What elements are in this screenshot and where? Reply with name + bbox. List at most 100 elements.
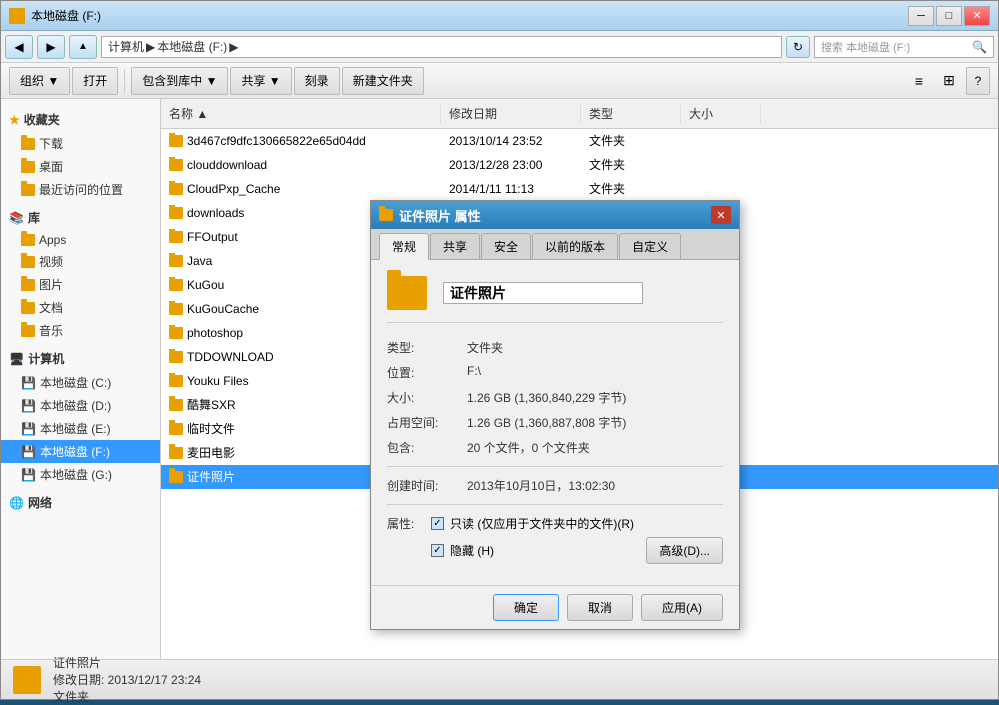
maximize-button[interactable]: □ [936,6,962,26]
folder-icon [169,447,183,459]
folder-icon [21,279,35,291]
table-row[interactable]: CloudPxp_Cache 2014/1/11 11:13 文件夹 [161,177,998,201]
sidebar-item-video[interactable]: 视频 [1,250,160,273]
computer-header[interactable]: 🖥 计算机 [1,346,160,371]
dialog-tab-general[interactable]: 常规 [379,233,429,260]
sidebar-item-downloads[interactable]: 下载 [1,132,160,155]
open-button[interactable]: 打开 [72,67,118,95]
search-box[interactable]: 搜索 本地磁盘 (F:) 🔍 [814,36,994,58]
advanced-button[interactable]: 高级(D)... [646,537,723,564]
drive-icon: 💾 [21,445,36,459]
share-button[interactable]: 共享 ▼ [230,67,291,95]
network-header[interactable]: 🌐 网络 [1,490,160,515]
sidebar-item-recent[interactable]: 最近访问的位置 [1,178,160,201]
drive-icon: 💾 [21,422,36,436]
col-header-type[interactable]: 类型 [581,103,681,124]
attr-row: 属性: ✓ 只读 (仅应用于文件夹中的文件)(R) ✓ 隐藏 (H) 高级(D)… [387,515,723,569]
minimize-button[interactable]: ─ [908,6,934,26]
readonly-checkbox[interactable]: ✓ [431,517,444,530]
sidebar-item-drive-c[interactable]: 💾 本地磁盘 (C:) [1,371,160,394]
library-icon: 📚 [9,211,24,225]
table-row[interactable]: clouddownload 2013/12/28 23:00 文件夹 [161,153,998,177]
dialog-tab-previous[interactable]: 以前的版本 [532,233,618,259]
dialog-close-button[interactable]: ✕ [711,206,731,224]
search-icon: 🔍 [972,40,987,54]
organize-button[interactable]: 组织 ▼ [9,67,70,95]
back-button[interactable]: ◀ [5,35,33,59]
status-bar: 证件照片 修改日期: 2013/12/17 23:24 文件夹 [1,659,998,699]
sidebar-item-label: 本地磁盘 (G:) [40,466,112,483]
sidebar-item-music[interactable]: 音乐 [1,319,160,342]
folder-icon [169,327,183,339]
dialog-tab-share[interactable]: 共享 [430,233,480,259]
help-button[interactable]: ? [966,67,990,95]
folder-icon [169,279,183,291]
drive-icon: 💾 [21,399,36,413]
folder-big-icon [387,276,427,310]
view-preview-button[interactable]: ⊞ [936,68,962,94]
size-value: 1.26 GB (1,360,840,229 字节) [467,389,723,406]
sidebar-item-drive-d[interactable]: 💾 本地磁盘 (D:) [1,394,160,417]
refresh-button[interactable]: ↻ [786,36,810,58]
library-header[interactable]: 📚 库 [1,205,160,230]
search-placeholder: 搜索 本地磁盘 (F:) [821,39,910,55]
title-bar: 本地磁盘 (F:) ─ □ ✕ [1,1,998,31]
ok-button[interactable]: 确定 [493,594,559,621]
folder-icon [169,207,183,219]
folder-icon [21,302,35,314]
forward-button[interactable]: ▶ [37,35,65,59]
contains-label: 包含: [387,439,467,456]
table-row[interactable]: 3d467cf9dfc130665822e65d04dd 2013/10/14 … [161,129,998,153]
view-details-button[interactable]: ≡ [906,68,932,94]
contains-row: 包含: 20 个文件，0 个文件夹 [387,439,723,456]
breadcrumb-drive: 本地磁盘 (F:) [157,38,227,55]
folder-display [387,276,723,323]
hidden-checkbox[interactable]: ✓ [431,544,444,557]
favorites-header[interactable]: ★ 收藏夹 [1,107,160,132]
sidebar-item-desktop[interactable]: 桌面 [1,155,160,178]
sidebar-item-label: 下载 [39,135,63,152]
dialog-tab-security[interactable]: 安全 [481,233,531,259]
status-info: 证件照片 修改日期: 2013/12/17 23:24 文件夹 [53,654,201,705]
address-input[interactable]: 计算机 ▶ 本地磁盘 (F:) ▶ [101,36,782,58]
sidebar-item-apps[interactable]: Apps [1,230,160,250]
drive-icon: 💾 [21,376,36,390]
close-button[interactable]: ✕ [964,6,990,26]
apply-button[interactable]: 应用(A) [641,594,723,621]
sidebar-item-pictures[interactable]: 图片 [1,273,160,296]
folder-icon [169,255,183,267]
address-bar: ◀ ▶ ▲ 计算机 ▶ 本地磁盘 (F:) ▶ ↻ 搜索 本地磁盘 (F:) 🔍 [1,31,998,63]
column-headers: 名称 ▲ 修改日期 类型 大小 [161,99,998,129]
folder-icon [21,234,35,246]
toolbar-separator [124,69,125,93]
readonly-label: 只读 (仅应用于文件夹中的文件)(R) [450,515,634,532]
new-folder-button[interactable]: 新建文件夹 [342,67,424,95]
type-row: 类型: 文件夹 [387,339,723,356]
location-value: F:\ [467,364,723,378]
folder-name-input[interactable] [443,282,643,304]
sidebar-item-documents[interactable]: 文档 [1,296,160,319]
sidebar-item-label: 本地磁盘 (C:) [40,374,111,391]
network-label: 网络 [28,494,52,511]
breadcrumb-text: 计算机 [108,38,144,55]
sidebar-item-drive-g[interactable]: 💾 本地磁盘 (G:) [1,463,160,486]
size-row: 大小: 1.26 GB (1,360,840,229 字节) [387,389,723,406]
burn-button[interactable]: 刻录 [294,67,340,95]
sidebar-item-drive-f[interactable]: 💾 本地磁盘 (F:) [1,440,160,463]
col-header-name[interactable]: 名称 ▲ [161,103,441,124]
folder-icon [21,184,35,196]
folder-icon [169,399,183,411]
cancel-button[interactable]: 取消 [567,594,633,621]
include-library-button[interactable]: 包含到库中 ▼ [131,67,228,95]
col-header-date[interactable]: 修改日期 [441,103,581,124]
attr-label: 属性: [387,515,423,532]
folder-icon [169,183,183,195]
dialog-tab-custom[interactable]: 自定义 [619,233,681,259]
col-header-size[interactable]: 大小 [681,103,761,124]
sidebar-item-drive-e[interactable]: 💾 本地磁盘 (E:) [1,417,160,440]
up-button[interactable]: ▲ [69,35,97,59]
sidebar: ★ 收藏夹 下载 桌面 最近访问的位置 📚 [1,99,161,659]
attr-controls: ✓ 只读 (仅应用于文件夹中的文件)(R) ✓ 隐藏 (H) 高级(D)... [431,515,723,569]
sidebar-item-label: Apps [39,233,66,247]
status-folder-icon [13,666,41,694]
